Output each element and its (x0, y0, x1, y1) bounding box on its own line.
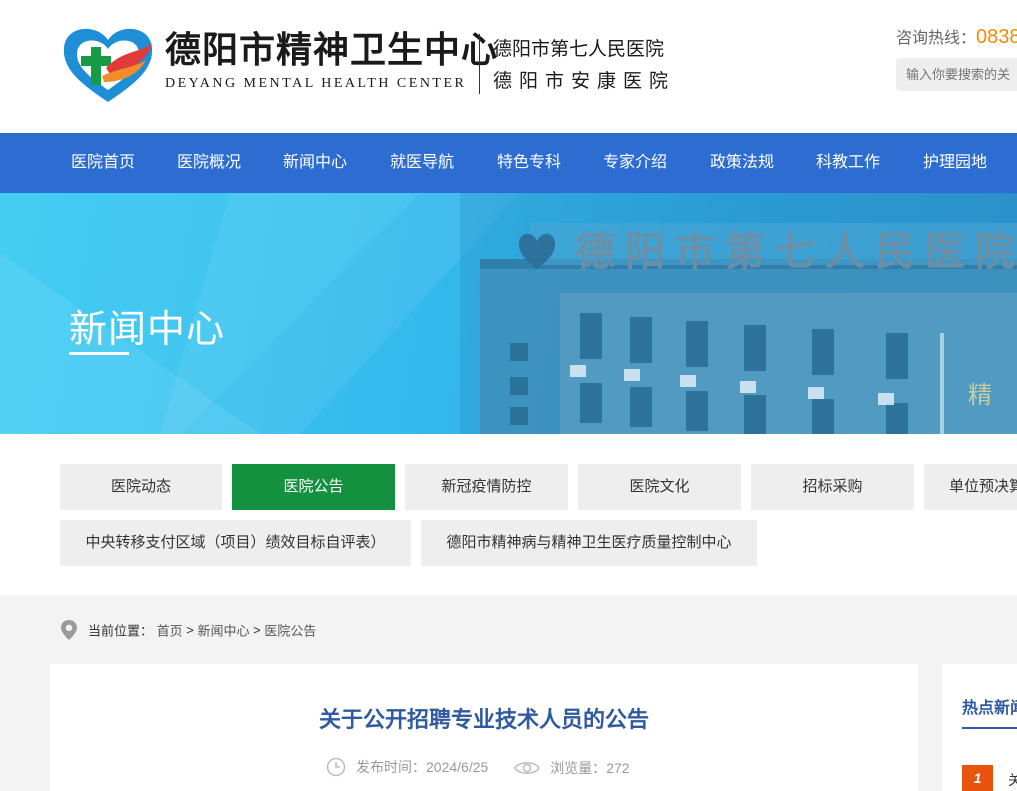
breadcrumb-home[interactable]: 首页 (157, 624, 183, 639)
nav-about[interactable]: 医院概况 (177, 133, 241, 193)
breadcrumb-sep: > (186, 622, 194, 638)
hospital-logo[interactable] (58, 22, 158, 106)
eye-icon (514, 762, 541, 774)
page-banner: 德阳市第七人民医院 精 新闻中心 (0, 193, 1017, 434)
nav-news[interactable]: 新闻中心 (283, 133, 347, 193)
site-header: 德阳市精神卫生中心 DEYANG MENTAL HEALTH CENTER 德阳… (0, 0, 1017, 133)
building-side-text: 精 (968, 381, 992, 409)
article-title: 关于公开招聘专业技术人员的公告 (318, 707, 649, 732)
publish-date: 2024/6/25 (426, 759, 489, 775)
tab-hospital-notice[interactable]: 医院公告 (232, 464, 395, 510)
tab-performance-eval[interactable]: 中央转移支付区域（项目）绩效目标自评表） (60, 520, 411, 566)
brand-divider (479, 34, 480, 94)
nav-home[interactable]: 医院首页 (71, 133, 135, 193)
category-tabs: 医院动态 医院公告 新冠疫情防控 医院文化 招标采购 单位预决算 中央转移支付区… (0, 434, 1017, 595)
brand-alias-2: 德阳市安康医院 (493, 71, 676, 92)
article-meta: 发布时间： 2024/6/25 浏览量： 272 (326, 757, 652, 780)
hot-news-title: 热点新闻 (962, 700, 1017, 717)
location-pin-icon (61, 620, 77, 640)
brand-alias: 德阳市第七人民医院 德阳市安康医院 (493, 34, 675, 98)
publish-date-label: 发布时间： (356, 759, 426, 775)
brand: 德阳市精神卫生中心 DEYANG MENTAL HEALTH CENTER (165, 30, 498, 92)
tab-quality-control[interactable]: 德阳市精神病与精神卫生医疗质量控制中心 (421, 520, 757, 566)
tab-hospital-news[interactable]: 医院动态 (60, 464, 222, 510)
tab-covid-control[interactable]: 新冠疫情防控 (405, 464, 568, 510)
nav-policy[interactable]: 政策法规 (710, 133, 774, 193)
building-sign-text: 德阳市第七人民医院 (575, 229, 1017, 275)
search-input[interactable] (896, 58, 1017, 91)
views-label: 浏览量： (550, 760, 607, 776)
breadcrumb: 当前位置： 首页 > 新闻中心 > 医院公告 (60, 620, 316, 640)
brand-name-en: DEYANG MENTAL HEALTH CENTER (165, 76, 467, 91)
tab-hospital-culture[interactable]: 医院文化 (578, 464, 741, 510)
breadcrumb-news[interactable]: 新闻中心 (198, 624, 250, 639)
nav-guide[interactable]: 就医导航 (390, 133, 454, 193)
breadcrumb-sep: > (253, 622, 261, 638)
breadcrumb-label: 当前位置： (88, 623, 154, 639)
hotline-number: 0838 (976, 26, 1017, 48)
main-nav: 医院首页 医院概况 新闻中心 就医导航 特色专科 专家介绍 政策法规 科教工作 … (0, 133, 1017, 193)
nav-research[interactable]: 科教工作 (816, 133, 880, 193)
hotline-label: 咨询热线： (896, 30, 977, 47)
tab-budget[interactable]: 单位预决算 (924, 464, 1017, 510)
tab-procurement[interactable]: 招标采购 (751, 464, 914, 510)
brand-name-cn: 德阳市精神卫生中心 (165, 29, 499, 70)
banner-title: 新闻中心 (69, 309, 226, 351)
nav-specialty[interactable]: 特色专科 (497, 133, 561, 193)
breadcrumb-notice[interactable]: 医院公告 (264, 624, 316, 639)
hot-news-item[interactable]: 关 (1008, 770, 1017, 790)
rank-badge: 1 (962, 765, 993, 791)
hot-news-panel: 热点新闻 1 关 (942, 664, 1017, 791)
banner-underline (69, 352, 129, 355)
hot-news-underline (962, 727, 1017, 729)
hotline: 咨询热线：0838 (896, 24, 1017, 49)
brand-alias-1: 德阳市第七人民医院 (493, 39, 665, 60)
views-count: 272 (606, 760, 630, 776)
clock-icon (326, 757, 346, 777)
article-panel: 关于公开招聘专业技术人员的公告 发布时间： 2024/6/25 浏览量： 272 (50, 664, 918, 791)
nav-experts[interactable]: 专家介绍 (603, 133, 667, 193)
nav-nursing[interactable]: 护理园地 (923, 133, 987, 193)
